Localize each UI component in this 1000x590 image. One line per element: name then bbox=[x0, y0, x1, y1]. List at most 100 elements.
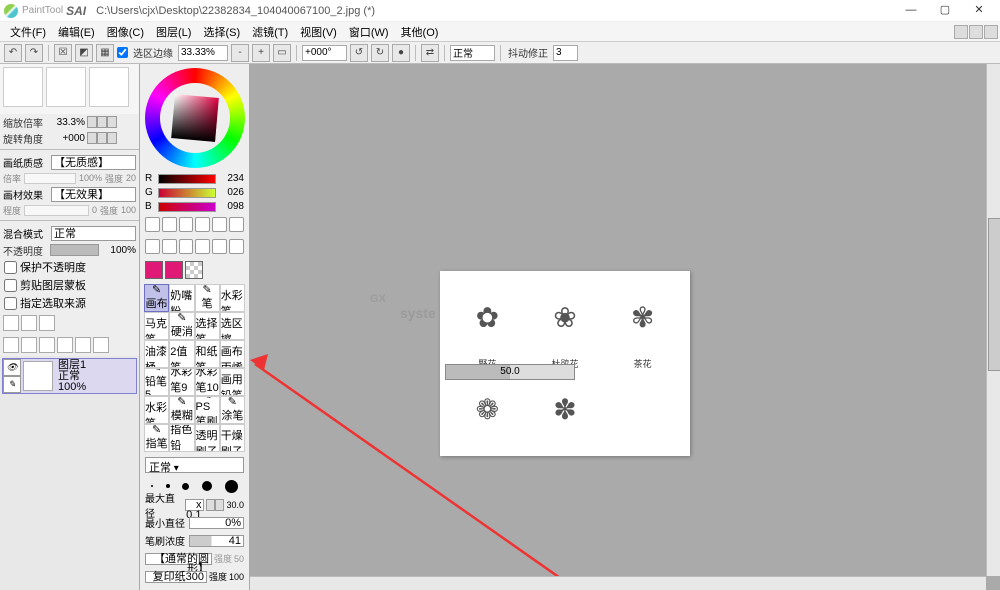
zoom-out-button[interactable]: - bbox=[231, 44, 249, 62]
min-size-slider[interactable]: 0% bbox=[189, 517, 244, 529]
canvas-area[interactable]: GXsyste ✿ ❀ ✾ 野花 杜鹃花 茶花 ❁ ✽ 50.0 bbox=[250, 64, 1000, 590]
zoom-fit-button[interactable]: ▭ bbox=[273, 44, 291, 62]
deselect-button[interactable]: ☒ bbox=[54, 44, 72, 62]
rotate-icon[interactable] bbox=[229, 217, 244, 232]
zoom-in-button[interactable]: + bbox=[252, 44, 270, 62]
eyedrop-icon[interactable] bbox=[162, 239, 177, 254]
paper-effect-select[interactable]: 【无效果】 bbox=[51, 187, 136, 202]
opacity-slider[interactable] bbox=[50, 244, 99, 256]
brush-preset[interactable]: ✎选择笔 bbox=[195, 312, 220, 340]
rot-cw-button[interactable]: ↻ bbox=[371, 44, 389, 62]
new-layer-icon[interactable] bbox=[3, 315, 19, 331]
blend-mode-select[interactable]: 正常 bbox=[51, 226, 136, 241]
brush-preset[interactable]: ✎水彩笔10断 bbox=[195, 368, 220, 396]
brush-preset[interactable]: ✎奶嘴粉 bbox=[169, 284, 194, 312]
new-linework-icon[interactable] bbox=[21, 315, 37, 331]
blend-display[interactable] bbox=[450, 45, 495, 61]
bg-color-swatch[interactable] bbox=[165, 261, 183, 279]
g-slider[interactable] bbox=[158, 188, 216, 198]
brush-preset[interactable]: ✎水彩笔 bbox=[144, 396, 169, 424]
aux-icon[interactable] bbox=[954, 25, 968, 39]
hand-icon[interactable] bbox=[145, 239, 160, 254]
menu-select[interactable]: 选择(S) bbox=[197, 24, 246, 40]
rot-reset-button[interactable]: ● bbox=[392, 44, 410, 62]
menu-edit[interactable]: 编辑(E) bbox=[52, 24, 101, 40]
menu-image[interactable]: 图像(C) bbox=[101, 24, 150, 40]
flatten-icon[interactable] bbox=[57, 337, 73, 353]
color-wheel[interactable] bbox=[145, 68, 245, 168]
move-icon[interactable] bbox=[195, 217, 210, 232]
brush-preset[interactable]: ✎水彩笔9断 bbox=[169, 368, 194, 396]
brush-preset[interactable]: ✎铅笔5 bbox=[144, 368, 169, 396]
brush-preset[interactable]: ✎油漆桶 bbox=[144, 340, 169, 368]
brush-preset[interactable]: ✎涂笔 bbox=[220, 396, 245, 424]
undo-button[interactable]: ↶ bbox=[4, 44, 22, 62]
layer-item[interactable]: 👁✎ 图层1正常100% bbox=[2, 358, 137, 394]
mask-icon[interactable] bbox=[3, 337, 19, 353]
zoom-input[interactable] bbox=[178, 45, 228, 61]
brush-preset[interactable]: ✎笔 bbox=[195, 284, 220, 312]
zoom-dec-icon[interactable] bbox=[87, 116, 97, 128]
brush-preset[interactable]: ✎干燥刷子 bbox=[220, 424, 245, 452]
line-icon[interactable] bbox=[179, 239, 194, 254]
lasso-icon[interactable] bbox=[162, 217, 177, 232]
brush-preset[interactable]: ✎画布 bbox=[144, 284, 169, 312]
menu-file[interactable]: 文件(F) bbox=[4, 24, 52, 40]
menu-window[interactable]: 窗口(W) bbox=[343, 24, 395, 40]
menu-other[interactable]: 其他(O) bbox=[395, 24, 445, 40]
stabilizer-input[interactable] bbox=[553, 45, 578, 61]
brush-preset[interactable]: ✎硬消 bbox=[169, 312, 194, 340]
zoom-icon[interactable] bbox=[212, 217, 227, 232]
h-scrollbar[interactable] bbox=[250, 576, 986, 590]
ang-dec-icon[interactable] bbox=[87, 132, 97, 144]
zoom-inc-icon[interactable] bbox=[97, 116, 107, 128]
r-slider[interactable] bbox=[158, 174, 216, 184]
brush-preset[interactable]: ✎选区擦 bbox=[220, 312, 245, 340]
minimize-button[interactable]: — bbox=[894, 2, 928, 20]
protect-alpha-check[interactable] bbox=[4, 261, 17, 274]
brush-blend-select[interactable]: 正常 ▾ bbox=[145, 457, 244, 473]
layer-visible-icon[interactable]: 👁 bbox=[3, 359, 21, 376]
b-slider[interactable] bbox=[158, 202, 216, 212]
brush-preset[interactable]: ✎透明刷子 bbox=[195, 424, 220, 452]
brush-preset[interactable]: ✎马克笔 bbox=[144, 312, 169, 340]
navigator[interactable] bbox=[0, 64, 139, 114]
eraser-icon[interactable] bbox=[229, 239, 244, 254]
menu-layer[interactable]: 图层(L) bbox=[150, 24, 197, 40]
fg-color-swatch[interactable] bbox=[145, 261, 163, 279]
v-scrollbar[interactable] bbox=[986, 64, 1000, 576]
brush-shape-select[interactable]: 【通常的圆形】 bbox=[145, 553, 212, 565]
max-size-slider[interactable]: x 0.1 bbox=[185, 499, 204, 511]
brush-preset[interactable]: ✎水彩笔 bbox=[220, 284, 245, 312]
angle-input[interactable] bbox=[302, 45, 347, 61]
brush-texture-select[interactable]: 复印纸300 bbox=[145, 571, 207, 583]
marquee-icon[interactable] bbox=[145, 217, 160, 232]
redo-button[interactable]: ↷ bbox=[25, 44, 43, 62]
aux-icon[interactable] bbox=[984, 25, 998, 39]
flip-h-button[interactable]: ⇄ bbox=[421, 44, 439, 62]
invert-sel-button[interactable]: ◩ bbox=[75, 44, 93, 62]
new-folder-icon[interactable] bbox=[39, 315, 55, 331]
rot-ccw-button[interactable]: ↺ bbox=[350, 44, 368, 62]
aux-icon[interactable] bbox=[969, 25, 983, 39]
ang-inc-icon[interactable] bbox=[97, 132, 107, 144]
brush-preset[interactable]: ✎画用铅笔 bbox=[220, 368, 245, 396]
brush-preset[interactable]: ✎画布丙烯 bbox=[220, 340, 245, 368]
brush-preset[interactable]: ✎指色铅PLC bbox=[169, 424, 194, 452]
curve-icon[interactable] bbox=[195, 239, 210, 254]
zoom-reset-icon[interactable] bbox=[107, 116, 117, 128]
wand-icon[interactable] bbox=[179, 217, 194, 232]
ang-reset-icon[interactable] bbox=[107, 132, 117, 144]
brush-preset[interactable]: ✎2值笔 bbox=[169, 340, 194, 368]
delete-layer-icon[interactable] bbox=[93, 337, 109, 353]
sel-source-check[interactable] bbox=[4, 297, 17, 310]
degree-slider[interactable] bbox=[24, 205, 89, 216]
scale-slider[interactable] bbox=[24, 173, 76, 184]
maximize-button[interactable]: ▢ bbox=[928, 2, 962, 20]
layer-edit-icon[interactable]: ✎ bbox=[3, 376, 21, 393]
clear-icon[interactable] bbox=[75, 337, 91, 353]
apply-mask-icon[interactable] bbox=[21, 337, 37, 353]
transparent-swatch[interactable] bbox=[185, 261, 203, 279]
sel-edge-check[interactable] bbox=[117, 47, 128, 58]
brush-preset[interactable]: ✎指笔 bbox=[144, 424, 169, 452]
